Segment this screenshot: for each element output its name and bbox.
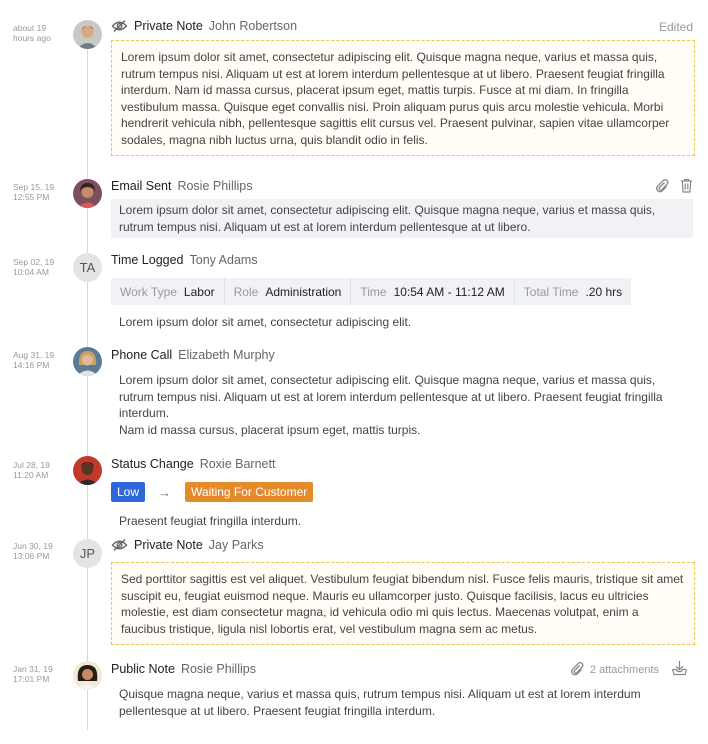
entry-header: Private Note John Robertson [111,17,297,35]
entry-actions [655,178,693,196]
entry-author: John Robertson [208,19,298,33]
worklog-role: Role Administration [225,278,352,305]
entry-body: Praesent feugiat fringilla interdum. [119,514,302,528]
avatar [73,661,102,690]
entry-author: Roxie Barnett [199,457,276,471]
entry-header: Status Change Roxie Barnett [111,455,275,473]
entry-timestamp: Jul 28, 19 11:20 AM [13,460,50,480]
email-body: Lorem ipsum dolor sit amet, consectetur … [111,199,693,238]
avatar: TA [73,253,102,282]
status-badge-to: Waiting For Customer [185,482,314,502]
avatar [73,347,102,376]
entry-type: Private Note [134,538,203,552]
edited-label: Edited [658,20,693,34]
download-icon[interactable] [671,660,688,679]
worklog-work-type: Work Type Labor [111,278,225,305]
entry-author: Rosie Phillips [180,662,256,676]
entry-timestamp: about 19 hours ago [13,23,51,43]
paperclip-icon[interactable] [655,178,669,196]
attachments-count[interactable]: 2 attachments [590,664,659,676]
eye-off-icon [111,19,128,33]
entry-type: Status Change [111,457,194,471]
timeline-line [87,40,88,730]
avatar [73,20,102,49]
entry-header: Public Note Rosie Phillips [111,660,256,678]
entry-timestamp: Jun 30, 19 13:06 PM [13,541,53,561]
entry-type: Private Note [134,19,203,33]
worklog-total-time: Total Time .20 hrs [523,284,623,299]
entry-header: Email Sent Rosie Phillips [111,177,252,195]
private-note-body: Lorem ipsum dolor sit amet, consectetur … [111,40,695,156]
entry-type: Time Logged [111,253,184,267]
entry-type: Phone Call [111,348,173,362]
entry-body: Lorem ipsum dolor sit amet, consectetur … [119,373,663,437]
entry-body: Quisque magna neque, varius et massa qui… [119,687,641,718]
entry-header: Private Note Jay Parks [111,536,264,554]
entry-author: Tony Adams [189,253,258,267]
entry-timestamp: Sep 15, 19 12:55 PM [13,182,55,202]
entry-author: Jay Parks [208,538,264,552]
entry-timestamp: Sep 02, 19 10:04 AM [13,257,55,277]
entry-type: Email Sent [111,179,172,193]
worklog-time: Time 10:54 AM - 11:12 AM [351,278,515,305]
entry-body: Lorem ipsum dolor sit amet, consectetur … [119,315,412,329]
entry-timestamp: Aug 31, 19 14:16 PM [13,350,55,370]
entry-type: Public Note [111,662,175,676]
avatar: JP [73,539,102,568]
status-transition: Low → Waiting For Customer [111,482,314,502]
eye-off-icon [111,538,128,552]
private-note-body: Sed porttitor sagittis est vel aliquet. … [111,562,695,645]
avatar [73,456,102,485]
entry-header: Time Logged Tony Adams [111,251,258,269]
entry-header: Phone Call Elizabeth Murphy [111,346,275,364]
paperclip-icon[interactable] [570,661,584,679]
activity-timeline: about 19 hours ago Private Note John Robe… [0,0,708,744]
entry-author: Rosie Phillips [177,179,253,193]
entry-author: Elizabeth Murphy [178,348,275,362]
entry-actions: 2 attachments [570,660,688,679]
status-badge-from: Low [111,482,146,502]
trash-icon[interactable] [680,178,693,196]
entry-timestamp: Jan 31, 19 17:01 PM [13,664,53,684]
arrow-right-icon: → [158,484,172,500]
avatar [73,179,102,208]
worklog-details: Work Type Labor Role Administration Time 10… [111,278,632,305]
